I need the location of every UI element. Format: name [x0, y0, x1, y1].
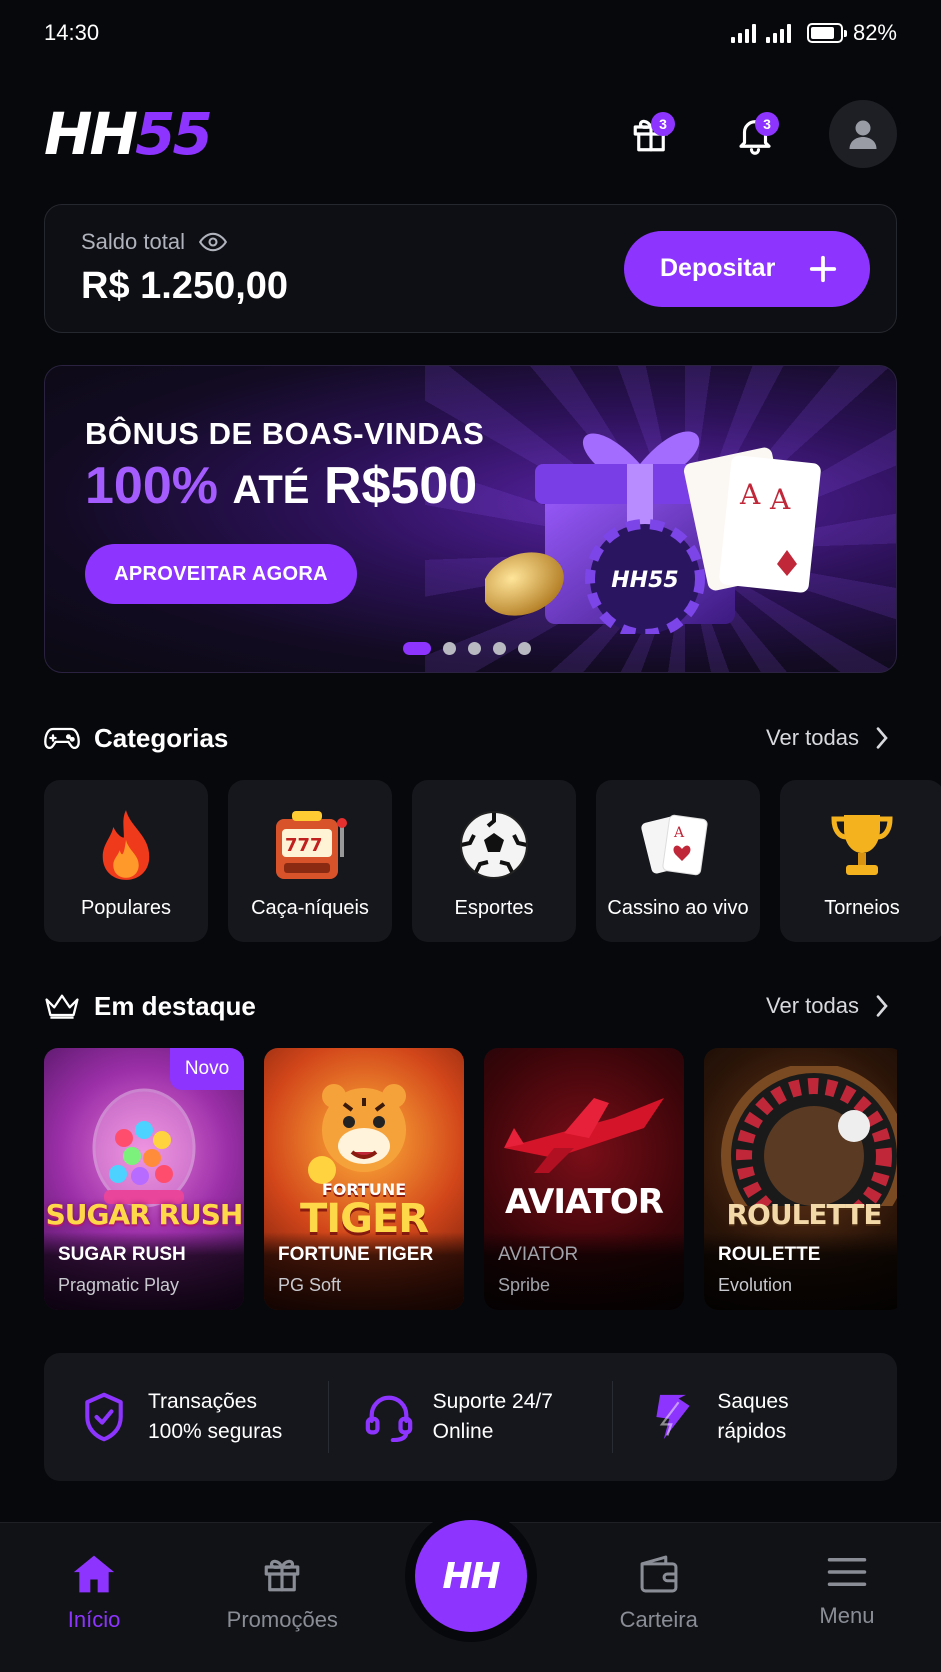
carousel-dot[interactable]	[468, 642, 481, 655]
featured-title: Em destaque	[94, 990, 256, 1021]
chevron-right-icon	[876, 727, 888, 749]
crown-icon	[45, 994, 79, 1019]
gift-icon	[264, 1559, 300, 1592]
gift-box-illustration: HH55 A A	[485, 431, 821, 634]
plane-illustration	[504, 1098, 664, 1173]
headset-icon	[365, 1395, 412, 1442]
user-icon	[849, 120, 877, 149]
feature-support: Suporte 24/7 Online	[327, 1381, 613, 1453]
game-name: ROULETTE	[718, 1244, 821, 1265]
claim-bonus-button[interactable]: APROVEITAR AGORA	[85, 544, 357, 604]
nav-wallet[interactable]: Carteira	[565, 1523, 753, 1672]
categories-see-all[interactable]: Ver todas	[766, 725, 897, 751]
svg-text:A: A	[673, 825, 685, 841]
game-provider: PG Soft	[278, 1275, 342, 1295]
menu-icon	[827, 1558, 867, 1586]
battery-icon	[806, 23, 847, 43]
plus-icon	[809, 255, 837, 282]
nav-promotions[interactable]: Promoções	[188, 1523, 376, 1672]
bottom-nav: Início Promoções HH Carteira Menu	[0, 1520, 941, 1672]
featured-header: Em destaque Ver todas	[44, 986, 897, 1026]
game-name: AVIATOR	[498, 1244, 579, 1265]
svg-text:A: A	[769, 483, 791, 516]
hh-home-button[interactable]: HH	[414, 1520, 527, 1632]
eye-icon[interactable]	[198, 231, 227, 253]
carousel-dot[interactable]	[403, 642, 431, 655]
deposit-button[interactable]: Depositar	[624, 230, 870, 307]
wallet-icon	[640, 1555, 678, 1593]
category-esportes[interactable]: Esportes	[412, 780, 576, 942]
carousel-dot[interactable]	[443, 642, 456, 655]
fire-icon	[102, 810, 150, 880]
status-icons: 82%	[730, 20, 897, 46]
battery-percent: 82%	[852, 20, 897, 45]
lightning-icon	[656, 1394, 690, 1440]
feature-secure: Transações 100% seguras	[44, 1381, 328, 1453]
banner-headline: BÔNUS DE BOAS-VINDAS	[85, 416, 485, 451]
shield-check-icon	[85, 1392, 123, 1442]
nav-home[interactable]: Início	[0, 1523, 188, 1672]
carousel-dot[interactable]	[493, 642, 506, 655]
carousel-dot[interactable]	[518, 642, 531, 655]
soccer-ball-icon	[460, 811, 528, 879]
signal-icon-2	[765, 23, 791, 43]
featured-see-all[interactable]: Ver todas	[766, 993, 897, 1019]
banner-offer: 100% ATÉ R$500	[85, 457, 478, 515]
playing-cards-icon: A	[641, 814, 708, 876]
status-bar: 14:30 82%	[0, 0, 941, 66]
app-header: HH55 3 3	[44, 94, 897, 174]
carousel-dots	[403, 642, 531, 655]
featured-games-list: SUGAR RUSH SUGAR RUSH Pragmatic Play Nov…	[44, 1048, 897, 1310]
game-name: SUGAR RUSH	[58, 1244, 186, 1265]
signal-icon	[730, 23, 756, 43]
game-name: FORTUNE TIGER	[278, 1244, 434, 1265]
nav-menu[interactable]: Menu	[753, 1523, 941, 1672]
balance-card: Saldo total R$ 1.250,00 Depositar	[44, 204, 897, 333]
feature-withdrawals: Saques rápidos	[612, 1381, 897, 1453]
nav-center: HH	[376, 1520, 564, 1672]
promo-banner[interactable]: HH55 A A BÔNUS DE BOAS-VINDAS 100% ATÉ R…	[44, 365, 897, 673]
game-provider: Evolution	[718, 1275, 793, 1295]
game-card-fortune-tiger[interactable]: FORTUNE TIGER FORTUNE TIGER PG Soft	[264, 1048, 464, 1310]
category-populares[interactable]: Populares	[44, 780, 208, 942]
roulette-wheel-illustration	[721, 1066, 897, 1206]
svg-text:HH55: HH55	[611, 568, 678, 593]
categories-header: Categorias Ver todas	[44, 718, 897, 758]
trust-features: Transações 100% seguras Suporte 24/7 Onlin…	[44, 1353, 897, 1481]
gift-button[interactable]: 3	[621, 104, 681, 164]
notifications-button[interactable]: 3	[725, 104, 785, 164]
category-caca-niqueis[interactable]: 777 Caça-níqueis	[228, 780, 392, 942]
game-card-roulette[interactable]: ROULETTE ROULETTE Evolution	[704, 1048, 897, 1310]
chevron-right-icon	[876, 995, 888, 1017]
category-cassino-ao-vivo[interactable]: A Cassino ao vivo	[596, 780, 760, 942]
game-card-aviator[interactable]: AVIATOR AVIATOR Spribe	[484, 1048, 684, 1310]
status-time: 14:30	[44, 20, 100, 45]
trophy-icon	[831, 815, 893, 875]
app-logo[interactable]: HH55	[44, 100, 213, 168]
balance-label: Saldo total	[81, 229, 288, 255]
balance-value: R$ 1.250,00	[81, 265, 289, 307]
new-badge: Novo	[170, 1048, 244, 1090]
categories-list: Populares 777 Caça-níqueis Esportes A Ca…	[44, 780, 941, 942]
categories-title: Categorias	[94, 722, 229, 753]
avatar[interactable]	[829, 100, 897, 168]
candy-jar-illustration	[92, 1088, 196, 1208]
bell-badge: 3	[755, 112, 779, 136]
tiger-illustration	[308, 1084, 406, 1184]
svg-text:A: A	[739, 478, 761, 511]
gamepad-icon	[44, 727, 80, 750]
slot-machine-icon: 777	[276, 811, 347, 879]
game-card-sugar-rush[interactable]: SUGAR RUSH SUGAR RUSH Pragmatic Play Nov…	[44, 1048, 244, 1310]
gift-badge: 3	[651, 112, 675, 136]
svg-text:777: 777	[285, 835, 323, 856]
home-icon	[73, 1555, 115, 1593]
category-torneios[interactable]: Torneios	[780, 780, 941, 942]
game-provider: Spribe	[498, 1275, 551, 1295]
game-provider: Pragmatic Play	[58, 1275, 180, 1295]
